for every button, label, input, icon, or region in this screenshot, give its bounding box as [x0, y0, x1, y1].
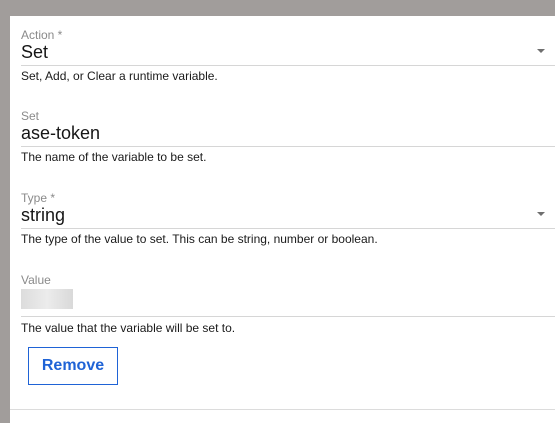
chevron-down-icon — [537, 49, 545, 53]
action-helper-text: Set, Add, or Clear a runtime variable. — [21, 69, 218, 83]
redacted-value — [21, 289, 73, 309]
remove-button[interactable]: Remove — [28, 347, 118, 385]
type-select-value: string — [21, 205, 66, 225]
type-select[interactable]: string — [21, 205, 555, 229]
action-select-value: Set — [21, 42, 49, 62]
value-helper-text: The value that the variable will be set … — [21, 321, 236, 335]
divider — [10, 409, 555, 410]
type-helper-text: The type of the value to set. This can b… — [21, 232, 378, 246]
set-field: Set ase-token The name of the variable t… — [21, 109, 555, 164]
type-field: Type * string The type of the value to s… — [21, 191, 555, 246]
action-label: Action * — [21, 28, 63, 42]
set-input[interactable]: ase-token — [21, 123, 555, 147]
set-label: Set — [21, 109, 40, 123]
value-field: Value The value that the variable will b… — [21, 273, 555, 335]
action-select[interactable]: Set — [21, 42, 555, 66]
action-field: Action * Set Set, Add, or Clear a runtim… — [21, 28, 555, 83]
type-label: Type * — [21, 191, 56, 205]
value-label: Value — [21, 273, 51, 287]
runtime-variable-form: Action * Set Set, Add, or Clear a runtim… — [10, 16, 555, 423]
value-input[interactable] — [21, 287, 555, 317]
chevron-down-icon — [537, 212, 545, 216]
set-helper-text: The name of the variable to be set. — [21, 150, 207, 164]
